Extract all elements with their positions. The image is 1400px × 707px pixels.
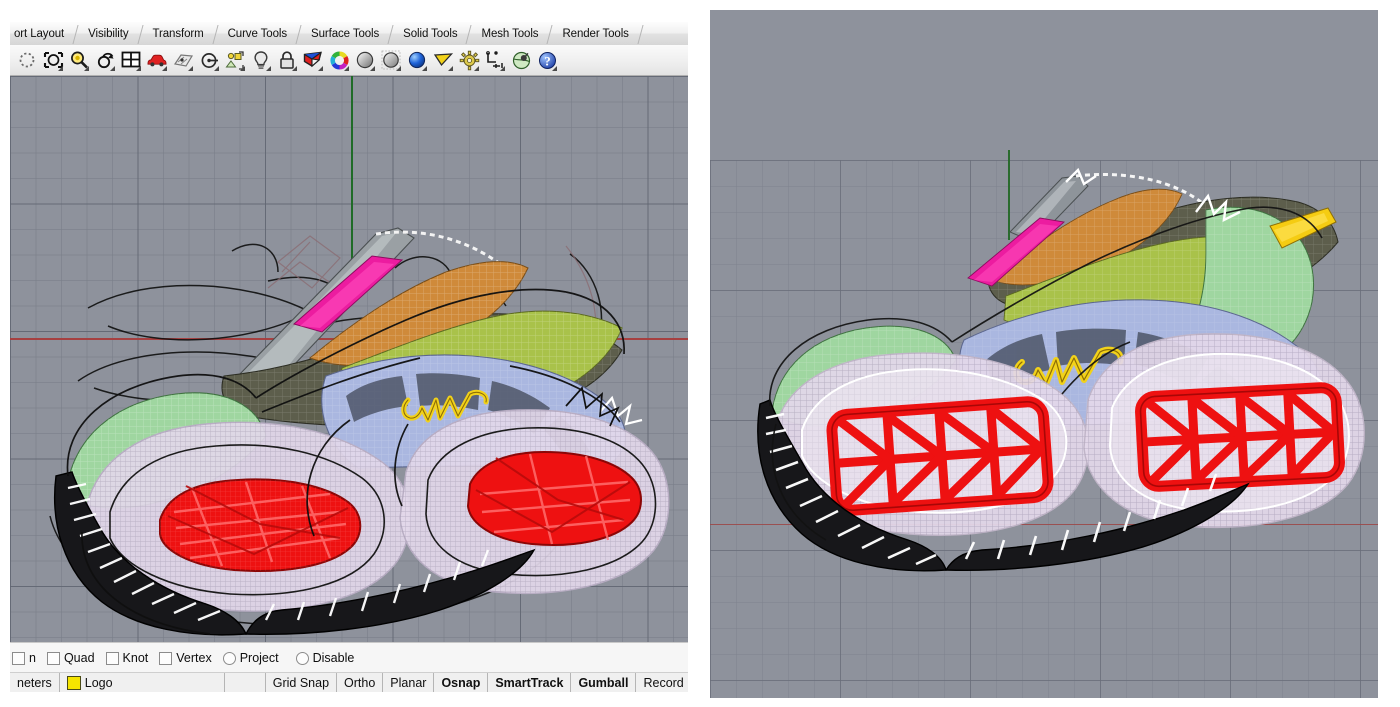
light-bulb-icon[interactable] [248, 47, 274, 73]
osnap-quad[interactable]: Quad [47, 651, 95, 665]
checkbox-icon[interactable] [223, 652, 236, 665]
tab-label: Solid Tools [403, 28, 457, 40]
shaded-sphere-icon[interactable] [352, 47, 378, 73]
lock-icon[interactable] [274, 47, 300, 73]
toggle-label: Gumball [578, 676, 628, 690]
flat-shade-icon[interactable] [430, 47, 456, 73]
checkbox-icon[interactable] [12, 652, 25, 665]
toggle-osnap[interactable]: Osnap [434, 673, 488, 692]
rendered-sphere-icon[interactable] [404, 47, 430, 73]
layer-name-label: Logo [85, 676, 113, 690]
tab-label: ort Layout [14, 28, 64, 40]
toggle-ortho[interactable]: Ortho [337, 673, 383, 692]
osnap-project[interactable]: Project [223, 651, 279, 665]
four-viewport-layout-icon[interactable] [118, 47, 144, 73]
perspective-viewport[interactable] [10, 76, 688, 642]
toggle-label: Planar [390, 676, 426, 690]
osnap-label: n [29, 651, 36, 665]
toggle-grid-snap[interactable]: Grid Snap [266, 673, 337, 692]
tab-label: Render Tools [562, 28, 628, 40]
ghosted-sphere-icon[interactable] [378, 47, 404, 73]
zoom-extents-icon[interactable] [40, 47, 66, 73]
tab-render-tools[interactable]: Render Tools [549, 23, 639, 45]
toggle-label: Ortho [344, 676, 375, 690]
dimension-icon[interactable] [482, 47, 508, 73]
red-lattice-front [160, 479, 360, 571]
checkbox-icon[interactable] [159, 652, 172, 665]
tab-transform[interactable]: Transform [140, 23, 215, 45]
units-label: neters [17, 676, 52, 690]
help-icon[interactable]: ? [534, 47, 560, 73]
shoe-model-shaded [710, 10, 1378, 698]
status-current-layer[interactable]: Logo [60, 673, 225, 692]
checkbox-icon[interactable] [106, 652, 119, 665]
render-settings-gear-icon[interactable] [456, 47, 482, 73]
rotate-view-icon[interactable] [92, 47, 118, 73]
tab-viewport-layout[interactable]: ort Layout [10, 23, 75, 45]
tab-label: Curve Tools [228, 28, 287, 40]
osnap-label: Quad [64, 651, 95, 665]
modeling-app-panel: ort Layout Visibility Transform Curve To… [10, 22, 688, 692]
tab-list: ort Layout Visibility Transform Curve To… [10, 22, 688, 45]
tab-label: Surface Tools [311, 28, 379, 40]
cplane-objects-icon[interactable] [222, 47, 248, 73]
toggle-gumball[interactable]: Gumball [571, 673, 636, 692]
material-paint-icon[interactable] [300, 47, 326, 73]
osnap-label: Knot [123, 651, 149, 665]
render-preview-panel[interactable] [710, 10, 1378, 698]
svg-text:?: ? [544, 53, 551, 68]
object-snap-bar: n Quad Knot Vertex Project Disable [10, 642, 688, 673]
status-spacer [225, 673, 266, 692]
tab-label: Mesh Tools [481, 28, 538, 40]
status-bar: neters Logo Grid Snap Ortho Planar Osnap… [10, 672, 688, 692]
tab-solid-tools[interactable]: Solid Tools [390, 23, 468, 45]
toggle-smarttrack[interactable]: SmartTrack [488, 673, 571, 692]
icon-toolbar: ? [10, 45, 688, 76]
checkbox-icon[interactable] [47, 652, 60, 665]
set-cplane-origin-icon[interactable] [196, 47, 222, 73]
layer-color-swatch[interactable] [67, 676, 81, 690]
screenshot-stage: ort Layout Visibility Transform Curve To… [0, 0, 1400, 707]
tab-visibility[interactable]: Visibility [75, 23, 139, 45]
osnap-cen-truncated[interactable]: n [12, 651, 36, 665]
osnap-knot[interactable]: Knot [106, 651, 149, 665]
viewport-canvas [10, 76, 688, 642]
toggle-planar[interactable]: Planar [383, 673, 434, 692]
render-globe-icon[interactable] [508, 47, 534, 73]
toggle-label: Grid Snap [273, 676, 329, 690]
car-named-view-icon[interactable] [144, 47, 170, 73]
toggle-label: Record History [643, 676, 688, 690]
osnap-vertex[interactable]: Vertex [159, 651, 211, 665]
shoe-model-wireframe [10, 76, 688, 642]
select-dashed-circle-icon[interactable] [14, 47, 40, 73]
checkbox-icon[interactable] [296, 652, 309, 665]
named-cplane-icon[interactable] [170, 47, 196, 73]
status-units: neters [10, 673, 60, 692]
toolbar-tabstrip: ort Layout Visibility Transform Curve To… [10, 22, 688, 46]
osnap-disable[interactable]: Disable [296, 651, 355, 665]
tab-curve-tools[interactable]: Curve Tools [215, 23, 298, 45]
osnap-label: Vertex [176, 651, 211, 665]
toggle-label: Osnap [441, 676, 480, 690]
osnap-label: Disable [313, 651, 355, 665]
red-lattice-rear [468, 452, 641, 545]
osnap-label: Project [240, 651, 279, 665]
tab-label: Transform [153, 28, 204, 40]
tab-surface-tools[interactable]: Surface Tools [298, 23, 390, 45]
toggle-label: SmartTrack [495, 676, 563, 690]
tab-mesh-tools[interactable]: Mesh Tools [468, 23, 549, 45]
color-wheel-icon[interactable] [326, 47, 352, 73]
toggle-record-history[interactable]: Record History [636, 673, 688, 692]
tab-label: Visibility [88, 28, 128, 40]
zoom-selected-icon[interactable] [66, 47, 92, 73]
